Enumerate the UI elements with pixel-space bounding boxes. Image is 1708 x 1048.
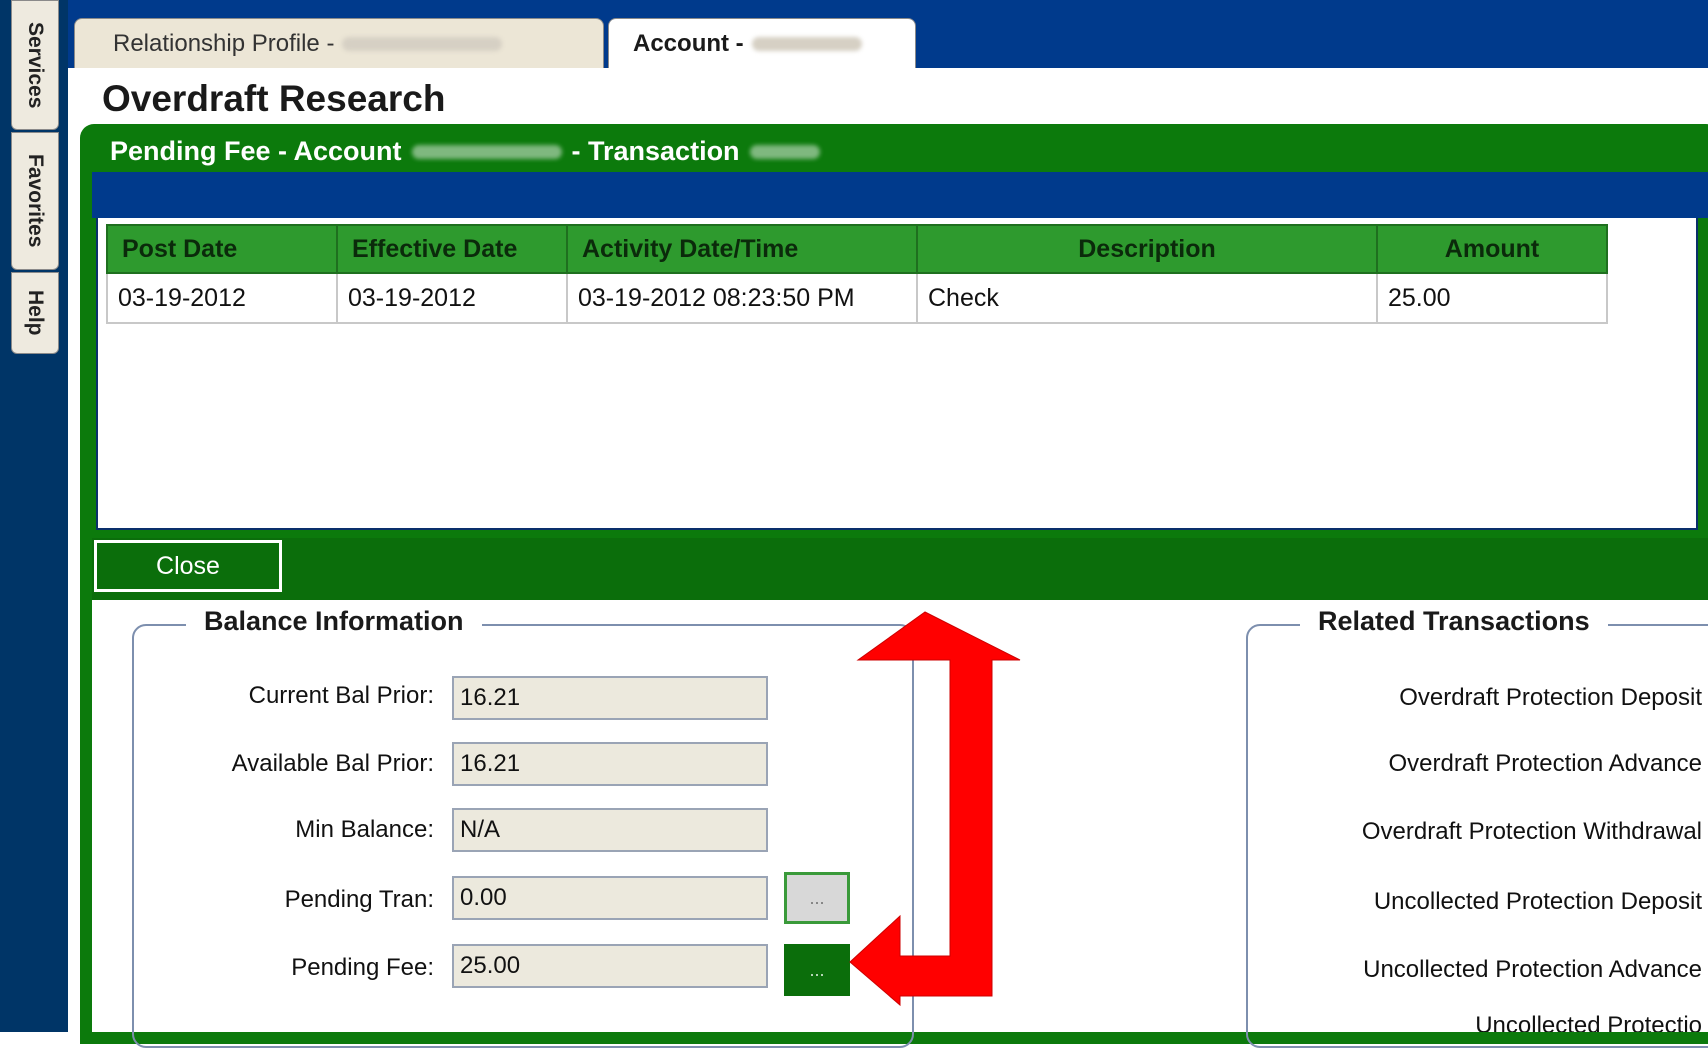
red-arrow-annotation xyxy=(849,611,1021,1007)
red-arrow-shape xyxy=(849,611,1021,1007)
